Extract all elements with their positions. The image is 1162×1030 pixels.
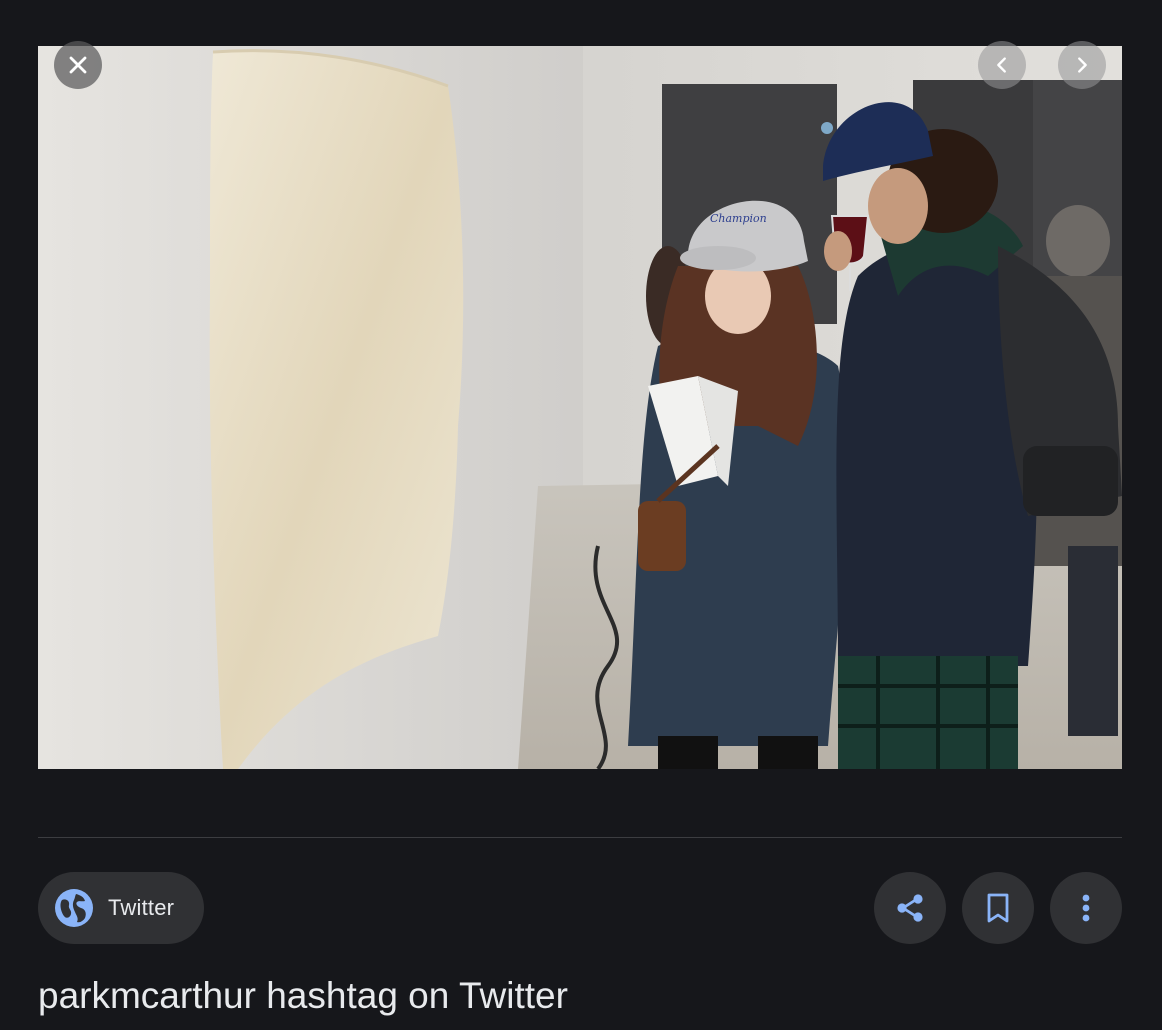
source-label: Twitter	[108, 895, 175, 920]
close-button[interactable]	[54, 41, 102, 89]
next-image-button[interactable]	[1058, 41, 1106, 89]
image-viewer-panel: Champion Twitter parkmcarthur hashtag on…	[0, 0, 1162, 1030]
bookmark-icon	[987, 893, 1009, 923]
close-icon	[69, 56, 87, 74]
more-vert-icon	[1082, 894, 1090, 922]
divider	[38, 837, 1122, 838]
page-title[interactable]: parkmcarthur hashtag on Twitter	[38, 972, 568, 1020]
source-chip[interactable]: Twitter	[38, 872, 204, 944]
chevron-right-icon	[1078, 57, 1087, 73]
cap-logo-text: Champion	[710, 212, 767, 225]
share-button[interactable]	[874, 872, 946, 944]
preview-image[interactable]: Champion	[38, 46, 1122, 769]
more-options-button[interactable]	[1050, 872, 1122, 944]
chevron-left-icon	[997, 57, 1006, 73]
save-button[interactable]	[962, 872, 1034, 944]
share-icon	[897, 894, 923, 922]
globe-icon	[54, 888, 94, 928]
previous-image-button[interactable]	[978, 41, 1026, 89]
